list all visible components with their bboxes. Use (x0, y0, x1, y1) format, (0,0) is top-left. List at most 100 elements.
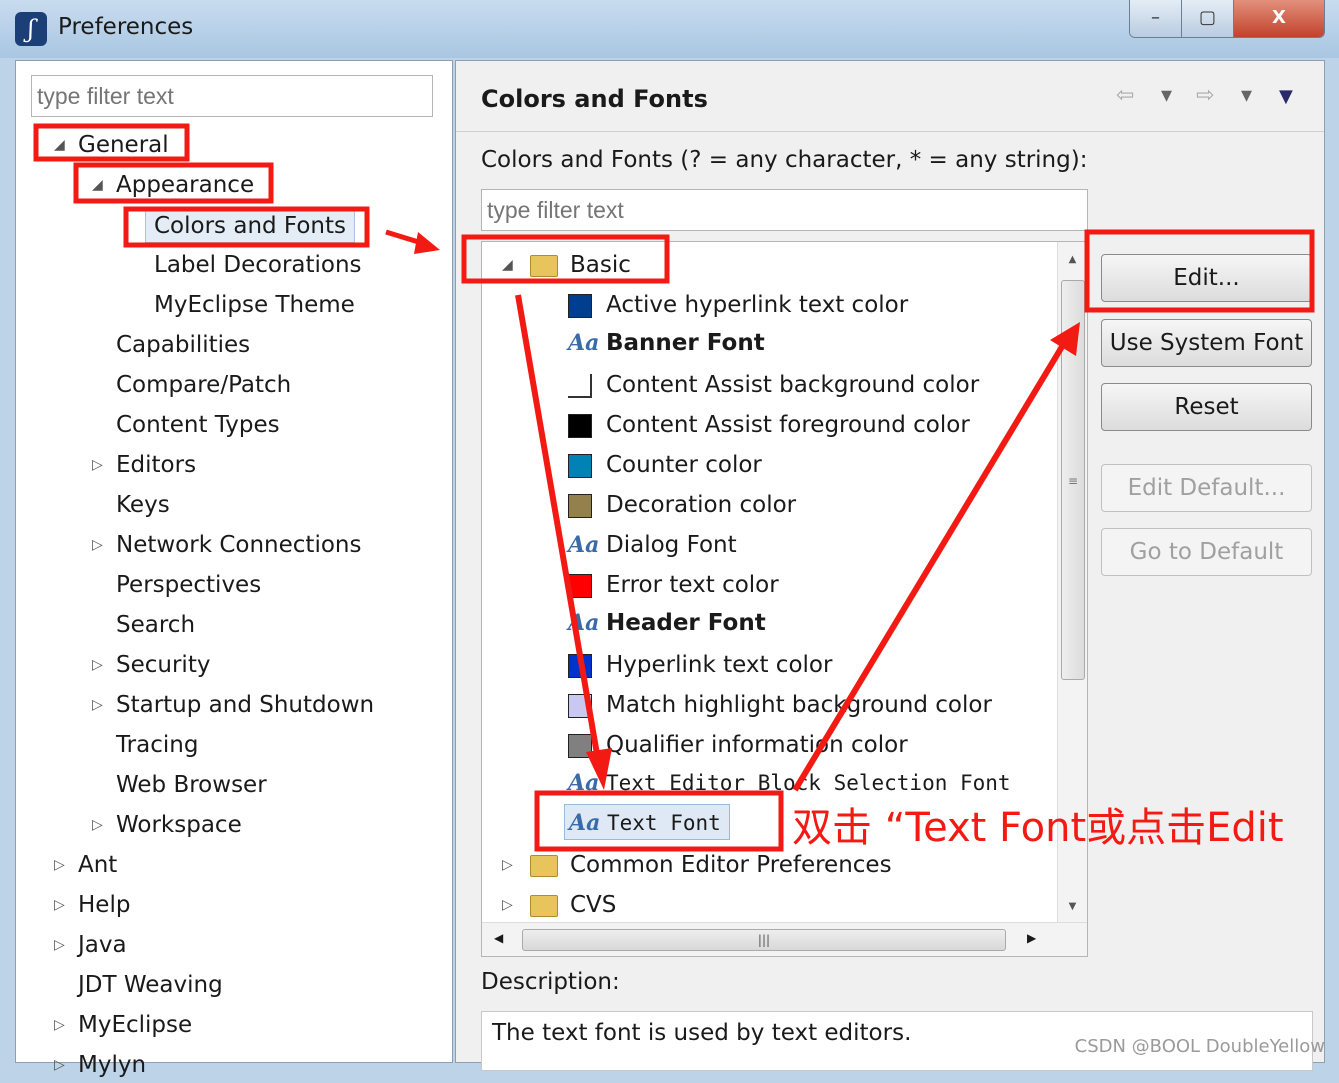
collapsed-arrow-icon[interactable]: ▷ (54, 887, 65, 923)
go-to-default-button[interactable]: Go to Default (1101, 528, 1312, 576)
horizontal-scrollbar[interactable]: ◀ ||| ▶ (482, 922, 1087, 956)
tree-entry[interactable]: Aa Banner Font (568, 325, 765, 361)
scroll-thumb[interactable]: ≡ (1061, 280, 1085, 680)
nav-item[interactable]: Security (116, 647, 210, 683)
tree-entry[interactable]: Aa Text Font (564, 804, 730, 840)
tree-entry-label: Content Assist foreground color (606, 412, 970, 438)
edit-default-button[interactable]: Edit Default... (1101, 464, 1312, 512)
tree-category[interactable]: ▷ CVS (502, 887, 616, 923)
tree-entry[interactable]: Content Assist foreground color (568, 407, 970, 443)
scroll-up-icon[interactable]: ▲ (1058, 254, 1087, 265)
preferences-nav-panel: General ◢ Appearance ◢ Colors and Fonts Label… (15, 60, 453, 1078)
scroll-right-icon[interactable]: ▶ (1027, 931, 1036, 945)
color-swatch-icon (568, 653, 592, 678)
nav-item[interactable]: Perspectives (116, 567, 261, 603)
color-swatch-icon (568, 453, 592, 478)
nav-item[interactable]: MyEclipse Theme (154, 287, 355, 323)
nav-item[interactable]: Startup and Shutdown (116, 687, 374, 723)
collapsed-arrow-icon[interactable]: ▷ (92, 447, 103, 483)
nav-item[interactable]: General (78, 127, 169, 163)
tree-category[interactable]: ◢ Basic (502, 247, 631, 283)
tree-entry[interactable]: Decoration color (568, 487, 796, 523)
nav-filter-input[interactable] (31, 75, 433, 117)
tree-entry-label: Hyperlink text color (606, 652, 833, 678)
tree-entry[interactable]: Active hyperlink text color (568, 287, 908, 323)
tree-entry-label: Dialog Font (606, 532, 737, 558)
collapsed-arrow-icon[interactable]: ▷ (92, 687, 103, 723)
nav-item[interactable]: Ant (78, 847, 117, 883)
description-label: Description: (481, 969, 620, 995)
nav-item[interactable]: Label Decorations (154, 247, 362, 283)
collapsed-arrow-icon[interactable]: ▷ (92, 647, 103, 683)
tree-entry-label: Text Editor Block Selection Font (606, 771, 1011, 795)
font-icon: Aa (568, 532, 600, 558)
nav-item[interactable]: Help (78, 887, 130, 923)
nav-item[interactable]: Compare/Patch (116, 367, 291, 403)
folder-icon (530, 254, 558, 277)
nav-item[interactable]: Search (116, 607, 195, 643)
collapsed-arrow-icon[interactable]: ▷ (54, 847, 65, 883)
collapsed-arrow-icon[interactable]: ▷ (502, 847, 513, 883)
tree-entry[interactable]: Hyperlink text color (568, 647, 832, 683)
tree-entry[interactable]: Error text color (568, 567, 779, 603)
nav-item[interactable]: Colors and Fonts (145, 207, 355, 243)
annotation-note: 双击 “Text Font或点击Edit (792, 805, 1284, 851)
window-title: Preferences (58, 14, 194, 40)
tree-entry[interactable]: Aa Dialog Font (568, 527, 737, 563)
tree-entry[interactable]: Match highlight background color (568, 687, 992, 723)
collapsed-arrow-icon[interactable]: ▷ (54, 927, 65, 963)
font-icon: Aa (569, 810, 601, 836)
tree-entry[interactable]: Content Assist background color (568, 367, 979, 403)
collapsed-arrow-icon[interactable]: ▷ (54, 1047, 65, 1083)
collapsed-arrow-icon[interactable]: ▷ (92, 527, 103, 563)
nav-item[interactable]: Content Types (116, 407, 280, 443)
scroll-down-icon[interactable]: ▼ (1058, 901, 1087, 912)
tree-entry-label: Common Editor Preferences (570, 852, 892, 878)
forward-icon[interactable]: ⇨ (1196, 83, 1214, 108)
collapsed-arrow-icon[interactable]: ▷ (502, 887, 513, 923)
expanded-arrow-icon[interactable]: ◢ (92, 167, 103, 203)
use-system-font-button[interactable]: Use System Font (1101, 319, 1312, 367)
minimize-button[interactable]: – (1130, 0, 1182, 37)
nav-item[interactable]: Editors (116, 447, 196, 483)
back-menu-icon[interactable]: ▾ (1161, 83, 1172, 108)
expanded-arrow-icon[interactable]: ◢ (502, 247, 513, 283)
close-button[interactable]: X (1234, 0, 1324, 37)
maximize-button[interactable]: ▢ (1182, 0, 1234, 37)
view-menu-icon[interactable]: ▼ (1279, 86, 1293, 107)
tree-entry-label: Error text color (606, 572, 779, 598)
title-bar: ʃ Preferences – ▢ X (0, 0, 1339, 58)
tree-entry-label: Match highlight background color (606, 692, 992, 718)
nav-item[interactable]: Capabilities (116, 327, 250, 363)
nav-item[interactable]: Appearance (116, 167, 254, 203)
reset-button[interactable]: Reset (1101, 383, 1312, 431)
tree-entry-label: Header Font (606, 610, 766, 636)
collapsed-arrow-icon[interactable]: ▷ (92, 807, 103, 843)
tree-entry[interactable]: Counter color (568, 447, 762, 483)
nav-item[interactable]: JDT Weaving (78, 967, 223, 1003)
back-icon[interactable]: ⇦ (1116, 83, 1134, 108)
edit-button[interactable]: Edit... (1101, 254, 1312, 302)
tree-entry[interactable]: Aa Header Font (568, 605, 766, 641)
scroll-left-icon[interactable]: ◀ (494, 931, 503, 945)
nav-item[interactable]: Web Browser (116, 767, 267, 803)
expanded-arrow-icon[interactable]: ◢ (54, 127, 65, 163)
collapsed-arrow-icon[interactable]: ▷ (54, 1007, 65, 1043)
app-logo-icon: ʃ (15, 12, 47, 46)
font-icon: Aa (568, 770, 600, 796)
nav-item[interactable]: Tracing (116, 727, 198, 763)
forward-menu-icon[interactable]: ▾ (1241, 83, 1252, 108)
tree-entry[interactable]: Qualifier information color (568, 727, 908, 763)
nav-item[interactable]: Keys (116, 487, 170, 523)
colors-filter-input[interactable] (481, 189, 1088, 231)
tree-entry-label: Active hyperlink text color (606, 292, 909, 318)
nav-item[interactable]: Java (78, 927, 127, 963)
font-icon: Aa (568, 610, 600, 636)
nav-item[interactable]: Mylyn (78, 1047, 146, 1083)
color-swatch-icon (568, 373, 592, 398)
hscroll-thumb[interactable]: ||| (522, 929, 1006, 951)
nav-item[interactable]: Workspace (116, 807, 242, 843)
nav-item[interactable]: Network Connections (116, 527, 361, 563)
nav-item[interactable]: MyEclipse (78, 1007, 192, 1043)
tree-entry-label: Text Font (607, 811, 721, 835)
